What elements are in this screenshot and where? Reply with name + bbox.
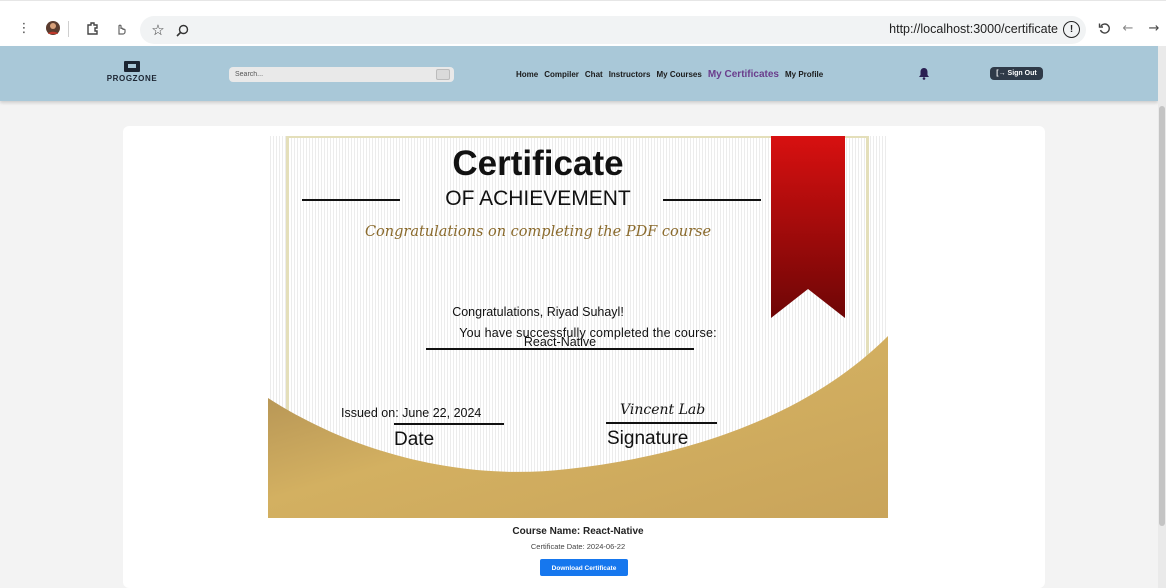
course-underline: [426, 348, 694, 350]
certificate-date: Certificate Date: 2024-06-22: [530, 542, 626, 551]
download-certificate-button[interactable]: Download Certificate: [540, 559, 628, 576]
progzone-logo[interactable]: PROGZONE: [103, 61, 161, 83]
nav-instructors[interactable]: Instructors: [609, 70, 651, 79]
nav-my-profile[interactable]: My Profile: [785, 70, 823, 79]
certificate-preview: Certificate OF ACHIEVEMENT Congratulatio…: [268, 136, 888, 518]
site-info-icon[interactable]: !: [1063, 21, 1080, 38]
main-nav: Home Compiler Chat Instructors My Course…: [516, 69, 823, 80]
nav-home[interactable]: Home: [516, 70, 538, 79]
bookmark-star-icon[interactable]: ☆: [150, 19, 166, 41]
certificate-greeting: Congratulations, Riyad Suhayl!: [452, 305, 624, 319]
search-input[interactable]: [229, 67, 454, 82]
profile-avatar-icon[interactable]: [42, 17, 64, 39]
laptop-icon: [124, 61, 140, 72]
search-button-icon[interactable]: [436, 69, 450, 80]
url-text[interactable]: http://localhost:3000/certificate: [889, 22, 1058, 36]
certificate-issued-date: Issued on: June 22, 2024: [341, 406, 482, 420]
address-bar[interactable]: ☆ http://localhost:3000/certificate !: [140, 16, 1086, 44]
page-scrollbar[interactable]: [1158, 46, 1166, 588]
date-rule: [394, 423, 504, 425]
course-name: Course Name: React-Native: [512, 526, 644, 537]
menu-dots-icon[interactable]: ⋮: [18, 17, 31, 39]
signature-label: Signature: [607, 428, 689, 449]
nav-compiler[interactable]: Compiler: [544, 70, 579, 79]
browser-toolbar: ⋮ ☆ http://localhost:3000/certificate ! …: [0, 0, 1166, 46]
certificate-script-line: Congratulations on completing the PDF co…: [364, 224, 712, 240]
certificate-course: React-Native: [523, 335, 597, 349]
sign-out-button[interactable]: [→ Sign Out: [990, 67, 1043, 80]
title-rule-right: [663, 199, 761, 201]
nav-my-certificates[interactable]: My Certificates: [708, 69, 779, 80]
nav-my-courses[interactable]: My Courses: [656, 70, 701, 79]
scrollbar-thumb[interactable]: [1159, 106, 1165, 526]
notification-bell-icon[interactable]: [918, 67, 930, 85]
date-label: Date: [394, 429, 435, 450]
extensions-icon[interactable]: [83, 17, 103, 39]
forward-arrow-icon[interactable]: →: [1146, 17, 1162, 39]
zoom-icon[interactable]: [174, 19, 190, 41]
certificate-title: Certificate: [452, 144, 624, 183]
back-arrow-icon[interactable]: ←: [1120, 17, 1136, 39]
pointer-icon[interactable]: [112, 17, 130, 39]
nav-chat[interactable]: Chat: [585, 70, 603, 79]
signatory-name: Vincent Lab: [620, 402, 706, 418]
toolbar-divider: [68, 21, 69, 37]
gold-wave: [268, 336, 888, 518]
reload-icon[interactable]: [1096, 17, 1112, 39]
logo-text: PROGZONE: [106, 74, 158, 83]
app-header: PROGZONE Home Compiler Chat Instructors …: [0, 46, 1158, 101]
signature-rule: [606, 422, 717, 424]
